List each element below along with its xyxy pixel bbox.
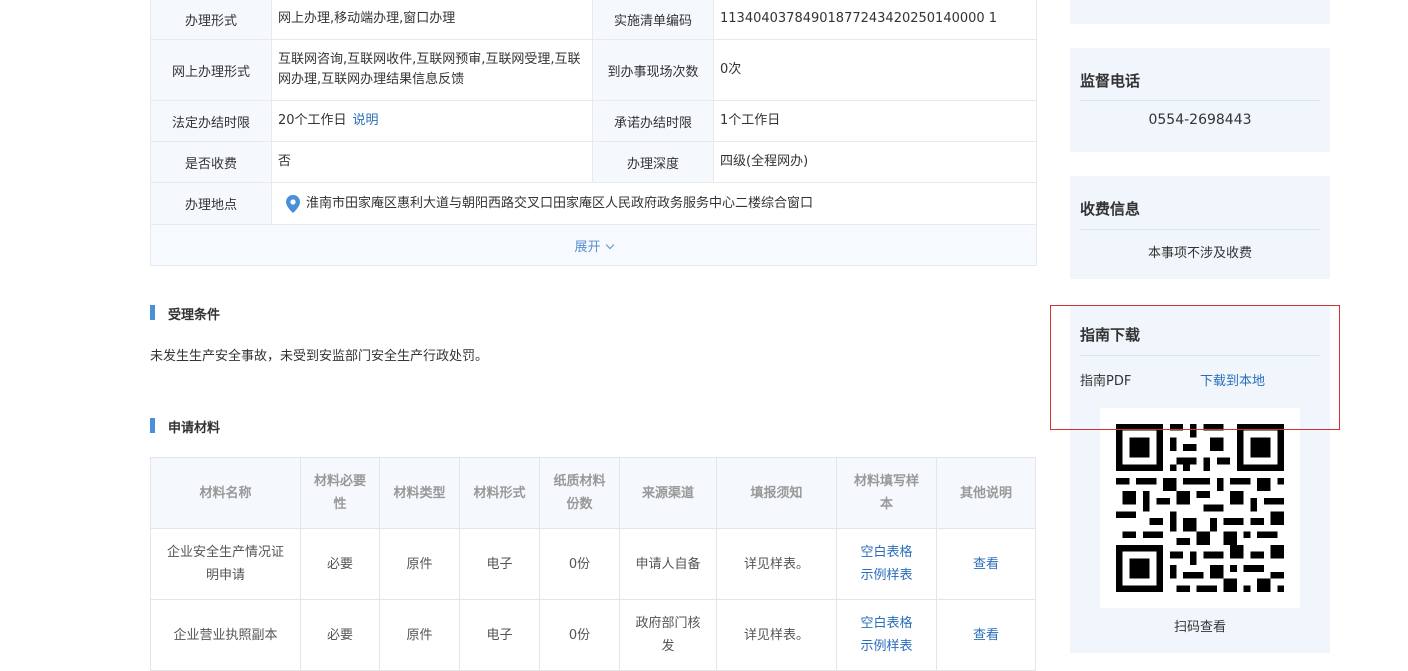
section-bar bbox=[150, 418, 155, 433]
info-value: 1个工作日 bbox=[713, 100, 1037, 142]
info-label: 实施清单编码 bbox=[592, 0, 714, 40]
info-value: 网上办理,移动端办理,窗口办理 bbox=[271, 0, 593, 40]
material-samples: 空白表格 示例样表 bbox=[836, 528, 937, 600]
info-label: 办理深度 bbox=[592, 141, 714, 183]
material-type: 原件 bbox=[379, 528, 460, 600]
material-source: 政府部门核发 bbox=[619, 599, 717, 671]
phone-title: 监督电话 bbox=[1080, 72, 1141, 90]
sidebar-card-top bbox=[1070, 0, 1330, 24]
info-value-text: 20个工作日 bbox=[278, 113, 347, 128]
column-header: 其他说明 bbox=[936, 457, 1036, 529]
expand-button[interactable]: 展开 bbox=[150, 224, 1037, 266]
material-source: 申请人自备 bbox=[619, 528, 717, 600]
location: 淮南市田家庵区惠利大道与朝阳西路交叉口田家庵区人民政府政务服务中心二楼综合窗口 bbox=[278, 194, 1030, 214]
guide-title: 指南下载 bbox=[1080, 326, 1141, 344]
material-name: 企业营业执照副本 bbox=[150, 599, 301, 671]
blank-form-link[interactable]: 空白表格 bbox=[837, 612, 936, 635]
info-label: 网上办理形式 bbox=[150, 39, 272, 101]
info-value: 淮南市田家庵区惠利大道与朝阳西路交叉口田家庵区人民政府政务服务中心二楼综合窗口 bbox=[271, 182, 1037, 225]
info-value: 0次 bbox=[713, 39, 1037, 101]
materials-title-text: 申请材料 bbox=[168, 421, 221, 436]
material-samples: 空白表格 示例样表 bbox=[836, 599, 937, 671]
material-form: 电子 bbox=[459, 528, 540, 600]
info-label: 办理形式 bbox=[150, 0, 272, 40]
table-row: 企业安全生产情况证 明申请 必要 原件 电子 0份 申请人自备 详见样表。 空白表… bbox=[150, 528, 1036, 600]
material-name: 企业安全生产情况证 明申请 bbox=[150, 528, 301, 600]
materials-table: 材料名称 材料必要性 材料类型 材料形式 纸质材料 份数 来源渠道 填报须知 材料… bbox=[150, 457, 1036, 671]
info-row: 办理地点 淮南市田家庵区惠利大道与朝阳西路交叉口田家庵区人民政府政务服务中心二楼… bbox=[150, 182, 1037, 225]
column-header: 纸质材料 份数 bbox=[539, 457, 620, 529]
expand-row: 展开 bbox=[150, 224, 1037, 266]
column-header: 材料填写样本 bbox=[836, 457, 937, 529]
material-copies: 0份 bbox=[539, 599, 620, 671]
qr-code-icon bbox=[1116, 424, 1284, 592]
phone-number: 0554-2698443 bbox=[1148, 112, 1252, 128]
material-form: 电子 bbox=[459, 599, 540, 671]
info-row: 是否收费 否 办理深度 四级(全程网办) bbox=[150, 141, 1037, 183]
column-header: 材料类型 bbox=[379, 457, 460, 529]
conditions-text: 未发生生产安全事故，未受到安监部门安全生产行政处罚。 bbox=[150, 349, 489, 364]
info-row: 网上办理形式 互联网咨询,互联网收件,互联网预审,互联网受理,互联网办理,互联网… bbox=[150, 39, 1037, 101]
guide-card: 指南下载 指南PDF 下载到本地 扫码查看 bbox=[1070, 306, 1330, 653]
qr-code bbox=[1100, 408, 1300, 608]
info-label: 法定办结时限 bbox=[150, 100, 272, 142]
column-header: 材料名称 bbox=[150, 457, 301, 529]
info-value: 互联网咨询,互联网收件,互联网预审,互联网受理,互联网办理,互联网办理结果信息反… bbox=[271, 39, 593, 101]
conditions-title-text: 受理条件 bbox=[168, 308, 221, 323]
sample-form-link[interactable]: 示例样表 bbox=[837, 564, 936, 587]
download-link[interactable]: 下载到本地 bbox=[1200, 370, 1265, 389]
material-need: 必要 bbox=[300, 599, 380, 671]
fee-title: 收费信息 bbox=[1080, 200, 1141, 218]
expand-label: 展开 bbox=[574, 239, 601, 255]
material-other: 查看 bbox=[936, 599, 1036, 671]
section-bar bbox=[150, 305, 155, 320]
conditions-title: 受理条件 bbox=[150, 304, 220, 323]
phone-card: 监督电话 0554-2698443 bbox=[1070, 48, 1330, 152]
materials-title: 申请材料 bbox=[150, 417, 220, 436]
chevron-down-icon bbox=[605, 240, 614, 249]
location-pin-icon bbox=[286, 194, 300, 213]
sample-form-link[interactable]: 示例样表 bbox=[837, 635, 936, 658]
info-table: 办理形式 网上办理,移动端办理,窗口办理 实施清单编码 113404037849… bbox=[150, 0, 1037, 266]
info-value: 否 bbox=[271, 141, 593, 183]
blank-form-link[interactable]: 空白表格 bbox=[837, 541, 936, 564]
column-header: 来源渠道 bbox=[619, 457, 717, 529]
guide-row: 指南PDF 下载到本地 bbox=[1070, 356, 1330, 389]
fee-card: 收费信息 本事项不涉及收费 bbox=[1070, 176, 1330, 279]
info-row: 办理形式 网上办理,移动端办理,窗口办理 实施清单编码 113404037849… bbox=[150, 0, 1037, 40]
info-label: 承诺办结时限 bbox=[592, 100, 714, 142]
material-other: 查看 bbox=[936, 528, 1036, 600]
material-need: 必要 bbox=[300, 528, 380, 600]
material-copies: 0份 bbox=[539, 528, 620, 600]
qr-label: 扫码查看 bbox=[1173, 620, 1226, 635]
material-notice: 详见样表。 bbox=[716, 528, 837, 600]
info-row: 法定办结时限 20个工作日 说明 承诺办结时限 1个工作日 bbox=[150, 100, 1037, 142]
info-label: 是否收费 bbox=[150, 141, 272, 183]
info-value: 11340403784901877243420250140000 1 bbox=[713, 0, 1037, 40]
fee-text: 本事项不涉及收费 bbox=[1147, 246, 1252, 261]
explain-link[interactable]: 说明 bbox=[353, 113, 379, 128]
info-value: 四级(全程网办) bbox=[713, 141, 1037, 183]
info-value: 20个工作日 说明 bbox=[271, 100, 593, 142]
guide-label: 指南PDF bbox=[1080, 374, 1132, 389]
view-link[interactable]: 查看 bbox=[937, 624, 1035, 647]
info-label: 办理地点 bbox=[150, 182, 272, 225]
location-text: 淮南市田家庵区惠利大道与朝阳西路交叉口田家庵区人民政府政务服务中心二楼综合窗口 bbox=[306, 195, 814, 211]
material-notice: 详见样表。 bbox=[716, 599, 837, 671]
column-header: 材料必要性 bbox=[300, 457, 380, 529]
column-header: 材料形式 bbox=[459, 457, 540, 529]
table-row: 企业营业执照副本 必要 原件 电子 0份 政府部门核发 详见样表。 空白表格 示… bbox=[150, 599, 1036, 671]
column-header: 填报须知 bbox=[716, 457, 837, 529]
table-header-row: 材料名称 材料必要性 材料类型 材料形式 纸质材料 份数 来源渠道 填报须知 材料… bbox=[150, 457, 1036, 529]
info-label: 到办事现场次数 bbox=[592, 39, 714, 101]
view-link[interactable]: 查看 bbox=[937, 553, 1035, 576]
material-type: 原件 bbox=[379, 599, 460, 671]
